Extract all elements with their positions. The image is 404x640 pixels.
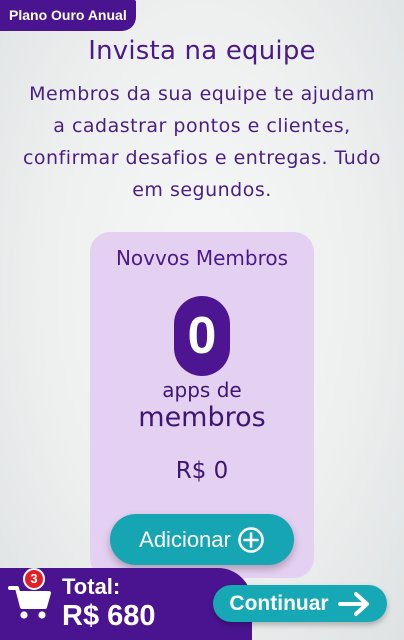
cart-count-badge: 3 <box>23 568 45 590</box>
continue-button[interactable]: Continuar <box>213 585 387 622</box>
add-member-button[interactable]: Adicionar <box>110 514 294 565</box>
members-label: membros <box>138 402 266 433</box>
plus-circle-icon <box>237 526 265 554</box>
page-description: Membros da sua equipe te ajudam a cadast… <box>22 83 381 201</box>
card-title: Novvos Membros <box>115 246 289 270</box>
members-card: Novvos Membros 0 apps de membros R$ 0 Ad… <box>90 232 314 578</box>
add-button-label: Adicionar <box>139 526 231 552</box>
total-label: Total: <box>62 574 121 599</box>
page-title: Invista na equipe <box>88 36 316 66</box>
continue-button-label: Continuar <box>229 591 329 615</box>
plan-badge: Plano Ouro Anual <box>0 0 136 31</box>
members-counter: 0 <box>174 296 230 376</box>
total-value: R$ 680 <box>62 600 156 632</box>
arrow-right-icon <box>337 591 371 617</box>
apps-label: apps de <box>162 378 242 402</box>
card-price: R$ 0 <box>175 458 229 484</box>
